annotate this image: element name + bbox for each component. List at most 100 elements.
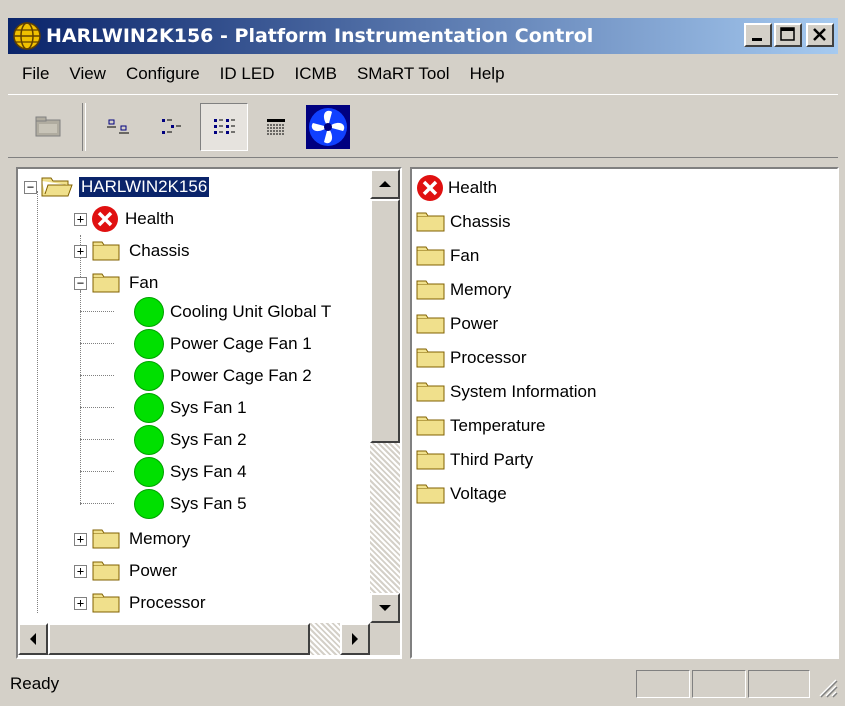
list-view-icon	[214, 119, 235, 134]
list-item-power[interactable]: Power	[416, 308, 498, 340]
list-item-chassis[interactable]: Chassis	[416, 206, 510, 238]
tree-item-health[interactable]: + Health	[74, 203, 174, 235]
folder-icon	[416, 450, 445, 470]
up-folder-button[interactable]	[24, 103, 72, 151]
window-title: HARLWIN2K156 - Platform Instrumentation …	[46, 25, 594, 47]
collapse-icon[interactable]: −	[74, 276, 87, 290]
small-icons-button[interactable]	[148, 103, 196, 151]
resize-grip-icon[interactable]	[816, 676, 838, 698]
expand-icon[interactable]: +	[74, 596, 87, 610]
open-folder-icon	[41, 177, 73, 197]
tree-item-cooling-unit[interactable]: Cooling Unit Global T	[134, 296, 331, 328]
tree-item-memory[interactable]: + Memory	[74, 523, 190, 555]
folder-icon	[416, 484, 445, 504]
tree-item-sys-fan-5[interactable]: Sys Fan 5	[134, 488, 247, 520]
title-bar[interactable]: HARLWIN2K156 - Platform Instrumentation …	[8, 18, 838, 54]
toolbar-separator	[82, 103, 86, 151]
tree-item-chassis[interactable]: + Chassis	[74, 235, 189, 267]
tree-item-label: Memory	[129, 529, 191, 548]
list-item-fan[interactable]: Fan	[416, 240, 479, 272]
expand-icon[interactable]: +	[74, 564, 87, 578]
menu-smart-tool[interactable]: SMaRT Tool	[347, 64, 460, 84]
expand-icon[interactable]: +	[74, 212, 87, 226]
tree-item-fan[interactable]: − Fan	[74, 267, 158, 299]
folder-icon	[416, 314, 445, 334]
list-item-label: Voltage	[450, 484, 507, 503]
minimize-button[interactable]	[744, 23, 772, 47]
expand-icon[interactable]: +	[74, 532, 87, 546]
list-item-voltage[interactable]: Voltage	[416, 478, 507, 510]
menu-icmb[interactable]: ICMB	[284, 64, 347, 84]
fan-button[interactable]	[304, 103, 352, 151]
list-item-label: System Information	[450, 382, 597, 401]
tree-item-label: Power Cage Fan 2	[170, 366, 312, 385]
status-ok-icon	[134, 361, 164, 391]
folder-icon	[92, 561, 120, 581]
tree-item-power-cage-fan-1[interactable]: Power Cage Fan 1	[134, 328, 312, 360]
tree-vertical-scrollbar[interactable]	[370, 169, 400, 623]
menu-view[interactable]: View	[59, 64, 116, 84]
list-view-button[interactable]	[200, 103, 248, 151]
tree-item-power[interactable]: + Power	[74, 555, 177, 587]
scroll-up-button[interactable]	[370, 169, 400, 199]
expand-icon[interactable]: +	[74, 244, 87, 258]
tree-horizontal-scrollbar[interactable]	[18, 623, 370, 655]
close-button[interactable]	[806, 23, 834, 47]
status-ok-icon	[134, 457, 164, 487]
menu-id-led[interactable]: ID LED	[210, 64, 285, 84]
scroll-thumb[interactable]	[370, 199, 400, 443]
tree-item-label: Power	[129, 561, 178, 580]
menu-help[interactable]: Help	[460, 64, 515, 84]
folder-icon	[416, 382, 445, 402]
scrollbar-corner	[370, 623, 400, 655]
list-item-system-information[interactable]: System Information	[416, 376, 596, 408]
folder-icon	[92, 529, 120, 549]
close-icon	[813, 28, 826, 41]
status-panel	[748, 670, 810, 698]
details-view-button[interactable]	[252, 103, 300, 151]
folder-icon	[416, 212, 445, 232]
tree-item-label: Cooling Unit Global T	[170, 302, 332, 321]
tree-item-label: Sys Fan 4	[170, 462, 247, 481]
tree-item-sys-fan-1[interactable]: Sys Fan 1	[134, 392, 247, 424]
tree-item-processor[interactable]: + Processor	[74, 587, 206, 619]
arrow-left-icon	[30, 633, 36, 645]
menu-bar: File View Configure ID LED ICMB SMaRT To…	[8, 58, 515, 90]
scroll-right-button[interactable]	[340, 623, 370, 655]
list-item-processor[interactable]: Processor	[416, 342, 527, 374]
scroll-left-button[interactable]	[18, 623, 48, 655]
tree-item-label: Health	[125, 209, 175, 228]
list-item-label: Fan	[450, 246, 480, 265]
tree-item-sys-fan-4[interactable]: Sys Fan 4	[134, 456, 247, 488]
list-item-temperature[interactable]: Temperature	[416, 410, 545, 442]
tree-item-power-cage-fan-2[interactable]: Power Cage Fan 2	[134, 360, 312, 392]
menu-file[interactable]: File	[8, 64, 59, 84]
menu-configure[interactable]: Configure	[116, 64, 210, 84]
maximize-button[interactable]	[774, 23, 802, 47]
error-icon	[417, 175, 443, 201]
status-ok-icon	[134, 297, 164, 327]
list-item-third-party[interactable]: Third Party	[416, 444, 533, 476]
small-icons-view-icon	[162, 119, 181, 134]
folder-icon	[92, 593, 120, 613]
list-item-label: Processor	[450, 348, 527, 367]
status-panel	[692, 670, 746, 698]
status-panel	[636, 670, 690, 698]
scroll-down-button[interactable]	[370, 593, 400, 623]
list-item-memory[interactable]: Memory	[416, 274, 511, 306]
list-item-label: Temperature	[450, 416, 546, 435]
tree-item-label: Chassis	[129, 241, 190, 260]
list-item-label: Third Party	[450, 450, 534, 469]
collapse-icon[interactable]: −	[24, 180, 37, 194]
large-icons-button[interactable]	[96, 103, 144, 151]
status-text: Ready	[10, 674, 60, 693]
list-item-label: Memory	[450, 280, 512, 299]
scroll-thumb-horizontal[interactable]	[48, 623, 310, 655]
list-item-health[interactable]: Health	[416, 172, 497, 204]
list-pane: Health Chassis Fan Memory Power Processo…	[410, 167, 839, 659]
list-item-label: Chassis	[450, 212, 511, 231]
list-item-label: Health	[448, 178, 498, 197]
tree-root[interactable]: − HARLWIN2K156	[24, 171, 211, 203]
status-ok-icon	[134, 329, 164, 359]
tree-item-sys-fan-2[interactable]: Sys Fan 2	[134, 424, 247, 456]
